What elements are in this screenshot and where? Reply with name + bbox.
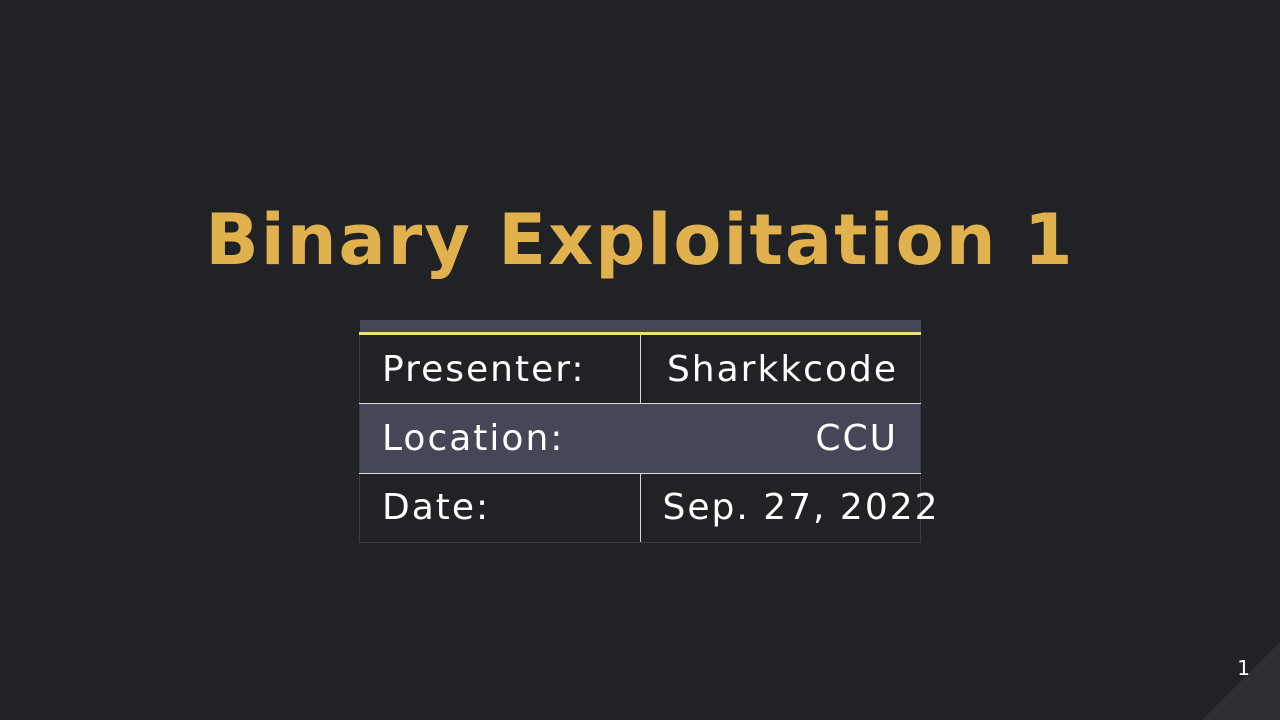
presenter-value: Sharkkcode — [640, 333, 921, 405]
info-table: Presenter: Sharkkcode Location: CCU Date… — [359, 320, 938, 544]
table-row-date: Date: Sep. 27, 2022 — [359, 473, 938, 544]
location-label: Location: — [359, 403, 641, 474]
presenter-label: Presenter: — [359, 333, 641, 405]
table-header-band — [359, 320, 921, 335]
location-value: CCU — [640, 403, 921, 474]
date-value: Sep. 27, 2022 — [640, 473, 938, 544]
table-row-presenter: Presenter: Sharkkcode — [359, 333, 921, 405]
table-row-location: Location: CCU — [359, 403, 921, 474]
corner-triangle-decoration — [1202, 642, 1280, 720]
slide: Binary Exploitation 1 Presenter: Sharkkc… — [0, 0, 1280, 720]
table-header-cell — [359, 320, 921, 335]
page-number: 1 — [1237, 656, 1250, 680]
slide-title: Binary Exploitation 1 — [205, 199, 1075, 281]
date-label: Date: — [359, 473, 641, 544]
